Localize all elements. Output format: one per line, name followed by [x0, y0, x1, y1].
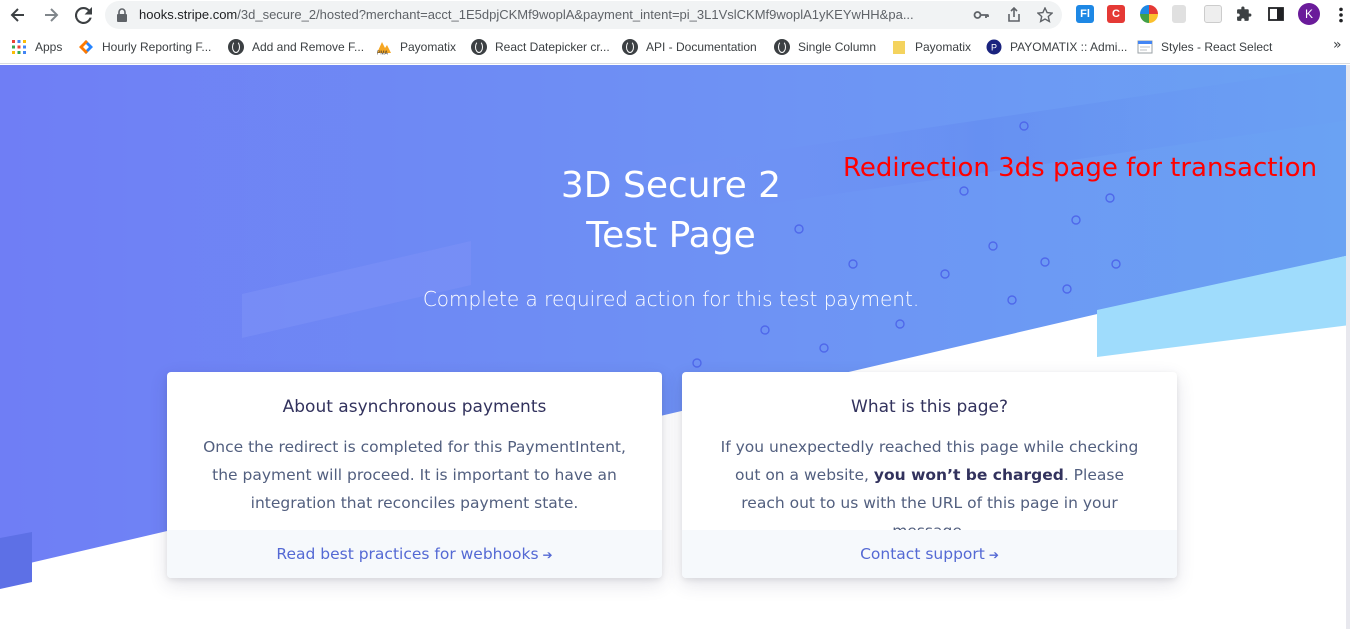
extension-blank-icon[interactable] — [1204, 5, 1222, 23]
page-title-line-1: 3D Secure 2 — [560, 165, 782, 206]
bookmark-payomatix-admin[interactable]: P PAYOMATIX :: Admi... — [986, 38, 1127, 56]
key-icon[interactable] — [973, 7, 989, 23]
not-charged-emphasis: you won’t be charged — [873, 466, 1064, 484]
color-picker-extension-icon[interactable] — [1140, 5, 1158, 23]
globe-icon — [228, 39, 244, 55]
bookmark-api-documentation[interactable]: API - Documentation — [622, 38, 757, 56]
bookmark-styles-react-select[interactable]: Styles - React Select — [1137, 38, 1272, 56]
folder-icon — [891, 39, 907, 55]
card-title: About asynchronous payments — [282, 397, 547, 417]
bookmark-hourly-reporting[interactable]: Hourly Reporting F... — [78, 38, 211, 56]
bookmark-single-column[interactable]: Single Column — [774, 38, 876, 56]
card-footer: Read best practices for webhooks ➔ — [167, 530, 662, 578]
card-what-is-this-page: What is this page? If you unexpectedly r… — [682, 372, 1177, 578]
reload-icon — [74, 6, 92, 24]
bookmark-add-remove[interactable]: Add and Remove F... — [228, 38, 364, 56]
star-icon[interactable] — [1037, 7, 1053, 23]
more-menu-icon[interactable] — [1334, 6, 1348, 24]
reload-button[interactable] — [72, 4, 94, 26]
apps-grid-icon — [11, 39, 27, 55]
side-panel-icon[interactable] — [1268, 6, 1284, 22]
page-viewport: 3D Secure 2 Test Page Complete a require… — [0, 65, 1350, 629]
globe-icon — [471, 39, 487, 55]
arrow-right-icon — [45, 8, 59, 22]
bookmark-apps[interactable]: Apps — [11, 38, 62, 56]
extension-c-icon[interactable]: C — [1107, 5, 1125, 23]
card-title: What is this page? — [851, 397, 1008, 417]
extension-gray-icon[interactable] — [1172, 5, 1186, 23]
arrow-right-icon: ➔ — [988, 548, 999, 562]
extension-fl-icon[interactable]: Fl — [1076, 5, 1094, 23]
bookmark-react-datepicker[interactable]: React Datepicker cr... — [471, 38, 610, 56]
card-body: If you unexpectedly reached this page wh… — [720, 438, 1139, 540]
profile-avatar[interactable]: K — [1298, 3, 1320, 25]
bookmark-payomatix[interactable]: PMA Payomatix — [376, 38, 456, 57]
share-icon[interactable] — [1006, 7, 1022, 23]
page-subtitle: Complete a required action for this test… — [422, 287, 920, 311]
forward-button[interactable] — [40, 4, 62, 26]
address-bar[interactable]: hooks.stripe.com/3d_secure_2/hosted?merc… — [105, 1, 1062, 29]
globe-icon — [774, 39, 790, 55]
payomatix-logo-icon: PMA — [376, 39, 392, 57]
annotation-text: Redirection 3ds page for transaction — [843, 153, 1318, 183]
arrow-right-icon: ➔ — [542, 548, 553, 562]
jira-icon — [78, 39, 94, 55]
contact-support-link[interactable]: Contact support ➔ — [860, 545, 999, 563]
browser-toolbar: hooks.stripe.com/3d_secure_2/hosted?merc… — [0, 0, 1350, 30]
page-icon — [1137, 39, 1153, 55]
puzzle-icon[interactable] — [1236, 6, 1253, 23]
svg-text:P: P — [991, 43, 997, 53]
globe-icon — [622, 39, 638, 55]
back-button[interactable] — [7, 4, 29, 26]
bookmarks-bar: Apps Hourly Reporting F... Add and Remov… — [0, 30, 1350, 64]
card-async-payments: About asynchronous payments Once the red… — [167, 372, 662, 578]
card-footer: Contact support ➔ — [682, 530, 1177, 578]
url-text: hooks.stripe.com/3d_secure_2/hosted?merc… — [139, 7, 914, 22]
payomatix-admin-icon: P — [986, 39, 1002, 55]
webhooks-best-practices-link[interactable]: Read best practices for webhooks ➔ — [276, 545, 552, 563]
lock-icon — [117, 8, 127, 22]
svg-text:PMA: PMA — [377, 51, 389, 56]
bookmark-payomatix-folder[interactable]: Payomatix — [891, 38, 971, 56]
page-title-line-2: Test Page — [586, 215, 756, 256]
arrow-left-icon — [10, 8, 24, 22]
page-title: 3D Secure 2 Test Page — [471, 161, 871, 261]
card-body: Once the redirect is completed for this … — [203, 438, 626, 512]
bookmarks-overflow-button[interactable]: » — [1333, 37, 1342, 53]
